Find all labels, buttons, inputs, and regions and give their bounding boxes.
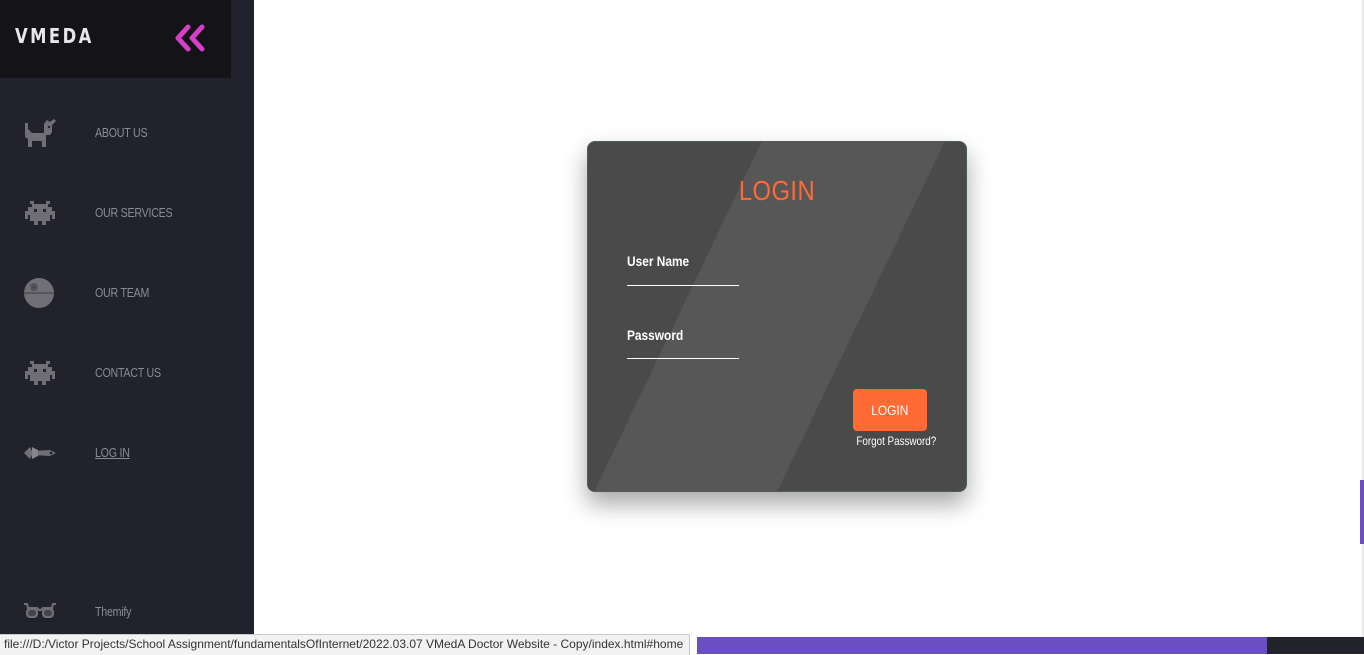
sidebar-item-our-services[interactable]: OUR SERVICES <box>0 183 254 243</box>
page-scrollbar-thumb[interactable] <box>1360 480 1364 544</box>
brand-bar: VMEDA <box>0 0 231 78</box>
sidebar-item-about-us[interactable]: ABOUT US <box>0 103 254 163</box>
death-star-icon <box>22 275 58 311</box>
glasses-icon <box>22 594 58 630</box>
spaceship-icon <box>22 435 58 471</box>
double-chevron-left-icon <box>175 24 205 52</box>
brand-logo[interactable]: VMEDA <box>15 24 94 48</box>
sidebar-item-label: Themify <box>95 604 132 619</box>
sidebar-item-our-team[interactable]: OUR TEAM <box>0 263 254 323</box>
forgot-password-link[interactable]: Forgot Password? <box>856 434 936 448</box>
sidebar-item-label: OUR SERVICES <box>95 205 173 220</box>
collapse-sidebar-button[interactable] <box>174 24 208 52</box>
sidebar-item-log-in[interactable]: LOG IN <box>0 423 254 483</box>
browser-status-url: file:///D:/Victor Projects/School Assign… <box>0 634 691 655</box>
sidebar-item-label: LOG IN <box>95 445 130 460</box>
footer-accent-bar <box>697 637 1267 654</box>
sidebar-item-label: OUR TEAM <box>95 285 150 300</box>
login-title: LOGIN <box>738 175 816 206</box>
footer-dark-bar <box>1267 637 1364 654</box>
sidebar-item-label: ABOUT US <box>95 125 148 140</box>
space-invader-icon <box>22 195 58 231</box>
login-card: LOGIN User Name Password LOGIN Forgot Pa… <box>587 141 967 492</box>
password-input[interactable] <box>627 338 739 359</box>
sidebar-item-label: CONTACT US <box>95 365 161 380</box>
sidebar-item-themify[interactable]: Themify <box>0 582 254 642</box>
sidebar: VMEDA ABOUT US OUR SERVICES OUR TEAM CON… <box>0 0 254 654</box>
sidebar-item-contact-us[interactable]: CONTACT US <box>0 343 254 403</box>
login-button-label: LOGIN <box>871 402 909 418</box>
login-button[interactable]: LOGIN <box>853 389 927 431</box>
space-invader-icon <box>22 355 58 391</box>
cat-icon <box>22 115 58 151</box>
username-input[interactable] <box>627 265 739 286</box>
